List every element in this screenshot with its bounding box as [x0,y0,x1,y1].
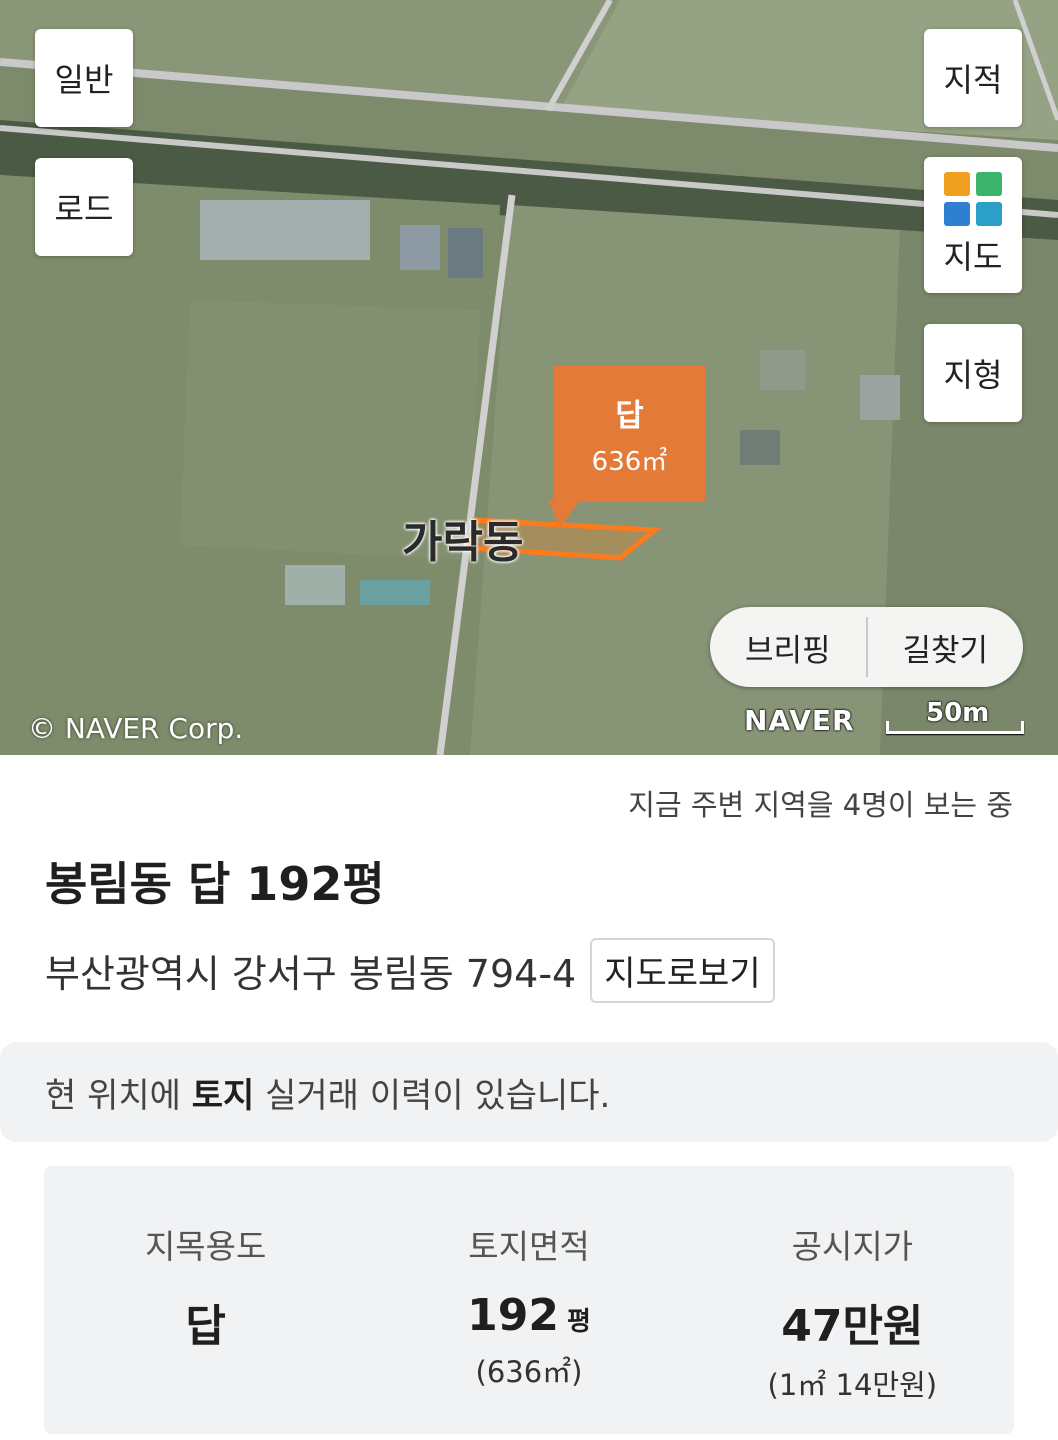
land-area-sub: (636㎡) [475,1355,583,1389]
road-view-button[interactable]: 로드 [35,158,133,256]
official-price-value-text: 47만원 [781,1301,924,1352]
briefing-button[interactable]: 브리핑 [710,607,866,687]
parcel-area: 636㎡ [591,446,668,477]
parcel-marker[interactable]: 답 636㎡ [554,366,705,501]
briefing-label: 브리핑 [744,632,831,669]
info-land-area: 토지면적 192 평 (636㎡) [367,1166,690,1434]
land-use-value: 답 [185,1290,225,1354]
official-price-label: 공시지가 [791,1227,914,1266]
page-title: 봉림동 답 192평 [45,857,385,911]
terrain-label: 지형 [943,356,1003,394]
map-action-pill: 브리핑 길찾기 [710,607,1023,687]
address-row: 부산광역시 강서구 봉림동 794-4 지도로보기 [45,938,775,1003]
parcel-type: 답 [615,397,644,434]
cadastral-label: 지적 [943,61,1003,99]
normal-map-button[interactable]: 일반 [35,29,133,127]
transaction-notice[interactable]: 현 위치에 토지 실거래 이력이 있습니다. [0,1042,1058,1142]
land-use-label: 지목용도 [144,1227,267,1266]
notice-text: 현 위치에 토지 실거래 이력이 있습니다. [45,1068,610,1117]
notice-suffix: 실거래 이력이 있습니다. [254,1075,611,1116]
land-area-value-text: 192 [467,1290,559,1341]
directions-label: 길찾기 [902,632,989,669]
scale-bar [886,721,1024,734]
official-price-sub: (1㎡ 14만원) [767,1368,938,1402]
map-layer-label: 지도 [943,238,1003,276]
map-layers-icon [944,172,1002,226]
official-price-value: 47만원 [781,1290,923,1354]
notice-bold: 토지 [191,1075,255,1116]
viewer-count-text: 지금 주변 지역을 4명이 보는 중 [628,788,1013,822]
address-text: 부산광역시 강서구 봉림동 794-4 [45,952,577,996]
terrain-button[interactable]: 지형 [924,324,1022,422]
info-official-price: 공시지가 47만원 (1㎡ 14만원) [691,1166,1014,1434]
land-area-label: 토지면적 [468,1227,590,1266]
land-area-value: 192 평 [467,1290,591,1341]
land-area-unit: 평 [566,1307,591,1337]
road-view-label: 로드 [54,190,114,228]
notice-prefix: 현 위치에 [45,1075,192,1116]
map-scale: 50m [886,698,1024,734]
naver-logo: NAVER [744,704,855,737]
land-info-card: 지목용도 답 토지면적 192 평 (636㎡) 공시지가 47만원 (1㎡ 14… [44,1166,1014,1434]
map-layer-button[interactable]: 지도 [924,157,1022,293]
map-copyright: © NAVER Corp. [28,712,244,745]
info-land-use: 지목용도 답 [44,1166,367,1434]
satellite-map[interactable]: 일반 로드 지적 지도 지형 가락동 답 636㎡ 브리핑 길찾기 © NAVE… [0,0,1058,755]
land-use-value-text: 답 [185,1301,226,1352]
cadastral-button[interactable]: 지적 [924,29,1022,127]
place-label: 가락동 [402,517,524,568]
directions-button[interactable]: 길찾기 [868,607,1024,687]
normal-map-label: 일반 [54,61,114,99]
view-on-map-button[interactable]: 지도로보기 [590,938,775,1003]
